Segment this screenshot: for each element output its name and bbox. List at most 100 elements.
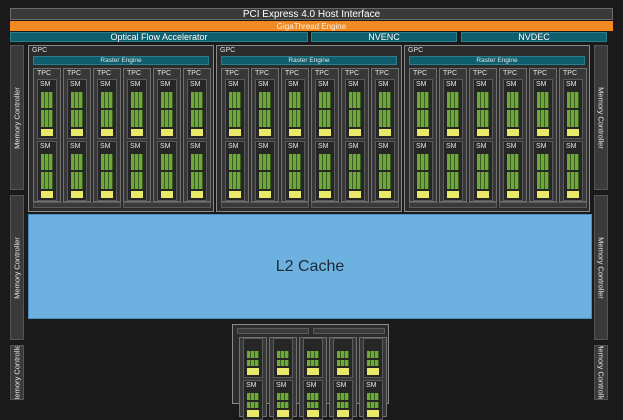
raster-engine: Raster Engine — [221, 56, 397, 65]
memory-controller-left-3: Memory Controller — [10, 345, 24, 400]
gpc-footer-right — [311, 202, 399, 208]
cuda-core-array — [417, 92, 429, 127]
texture-unit-row — [417, 129, 429, 136]
sm-label: SM — [70, 143, 81, 150]
cuda-core-array — [319, 92, 331, 127]
texture-unit-row — [247, 368, 259, 375]
gpc-header-right — [313, 328, 385, 334]
texture-unit-row — [417, 191, 429, 198]
sm-label: SM — [416, 143, 427, 150]
sm-block: SM — [187, 79, 207, 139]
texture-unit-row — [101, 191, 113, 198]
sm-label: SM — [190, 143, 201, 150]
texture-unit-row — [229, 191, 241, 198]
cuda-core-array — [337, 351, 349, 366]
tpc-block: TPC SM SM — [469, 68, 497, 202]
sm-label: SM — [130, 81, 141, 88]
texture-unit-row — [277, 410, 289, 417]
cuda-core-array — [191, 92, 203, 127]
sm-label: SM — [288, 81, 299, 88]
tpc-label: TPC — [97, 70, 111, 77]
cuda-core-array — [247, 351, 259, 366]
cuda-core-array — [191, 154, 203, 189]
sm-label: SM — [40, 143, 51, 150]
tpc-label: TPC — [255, 70, 269, 77]
sm-label: SM — [100, 143, 111, 150]
sm-block: SM — [285, 141, 305, 201]
sm-block: SM — [443, 79, 463, 139]
texture-unit-row — [337, 410, 349, 417]
cuda-core-array — [161, 154, 173, 189]
sm-block: SM — [157, 141, 177, 201]
sm-label: SM — [476, 143, 487, 150]
sm-block: SM — [345, 141, 365, 201]
texture-unit-row — [229, 129, 241, 136]
sm-block: SM — [97, 141, 117, 201]
texture-unit-row — [477, 129, 489, 136]
sm-block: SM — [67, 79, 87, 139]
tpc-label: TPC — [473, 70, 487, 77]
texture-unit-row — [259, 129, 271, 136]
cuda-core-array — [247, 393, 259, 408]
gpc-block: GPC Raster Engine TPC SM SM TPC SM SM TPC SM SM TPC… — [28, 45, 214, 212]
tpc-block: TPC SM SM — [529, 68, 557, 202]
sm-label: SM — [318, 143, 329, 150]
texture-unit-row — [507, 129, 519, 136]
texture-unit-row — [537, 129, 549, 136]
cuda-core-array — [537, 92, 549, 127]
tpc-label: TPC — [533, 70, 547, 77]
tpc-block: TPC SM SM — [341, 68, 369, 202]
cuda-core-array — [71, 154, 83, 189]
sm-label: SM — [258, 143, 269, 150]
sm-block: SM — [503, 79, 523, 139]
sm-label: SM — [190, 81, 201, 88]
texture-unit-row — [71, 129, 83, 136]
pcie-host-interface: PCI Express 4.0 Host Interface — [10, 8, 613, 20]
memory-controller-left-2: Memory Controller — [10, 195, 24, 340]
sm-label: SM — [378, 81, 389, 88]
sm-label: SM — [130, 143, 141, 150]
cuda-core-array — [229, 154, 241, 189]
sm-block: SM — [413, 79, 433, 139]
sm-label: SM — [288, 143, 299, 150]
l2-cache: L2 Cache — [28, 214, 592, 319]
tpc-block: TPC SM SM — [371, 68, 399, 202]
sm-block: SM — [443, 141, 463, 201]
sm-label: SM — [566, 143, 577, 150]
sm-label: SM — [100, 81, 111, 88]
texture-unit-row — [367, 368, 379, 375]
memory-controller-right-1: Memory Controller — [594, 45, 608, 190]
texture-unit-row — [191, 129, 203, 136]
cuda-core-array — [41, 92, 53, 127]
cuda-core-array — [289, 154, 301, 189]
cuda-core-array — [379, 92, 391, 127]
texture-unit-row — [289, 129, 301, 136]
sm-block: SM — [97, 79, 117, 139]
tpc-block: TPC SM SM — [439, 68, 467, 202]
cuda-core-array — [349, 92, 361, 127]
sm-label: SM — [228, 143, 239, 150]
texture-unit-row — [349, 129, 361, 136]
tpc-label: TPC — [563, 70, 577, 77]
cuda-core-array — [337, 393, 349, 408]
tpc-label: TPC — [443, 70, 457, 77]
sm-block: SM — [315, 141, 335, 201]
cuda-core-array — [447, 154, 459, 189]
texture-unit-row — [307, 410, 319, 417]
sm-block: SM — [345, 79, 365, 139]
gpc-footer-right — [123, 202, 211, 208]
sm-block — [273, 338, 293, 378]
cuda-core-array — [101, 92, 113, 127]
cuda-core-array — [131, 92, 143, 127]
tpc-block: TPC SM SM — [409, 68, 437, 202]
sm-block: SM — [413, 141, 433, 201]
sm-block: SM — [157, 79, 177, 139]
sm-block: SM — [255, 79, 275, 139]
gpc-label: GPC — [220, 47, 236, 54]
raster-engine: Raster Engine — [409, 56, 585, 65]
texture-unit-row — [161, 129, 173, 136]
tpc-label: TPC — [225, 70, 239, 77]
gpc-header-left — [237, 328, 309, 334]
sm-block — [243, 338, 263, 378]
cuda-core-array — [477, 154, 489, 189]
